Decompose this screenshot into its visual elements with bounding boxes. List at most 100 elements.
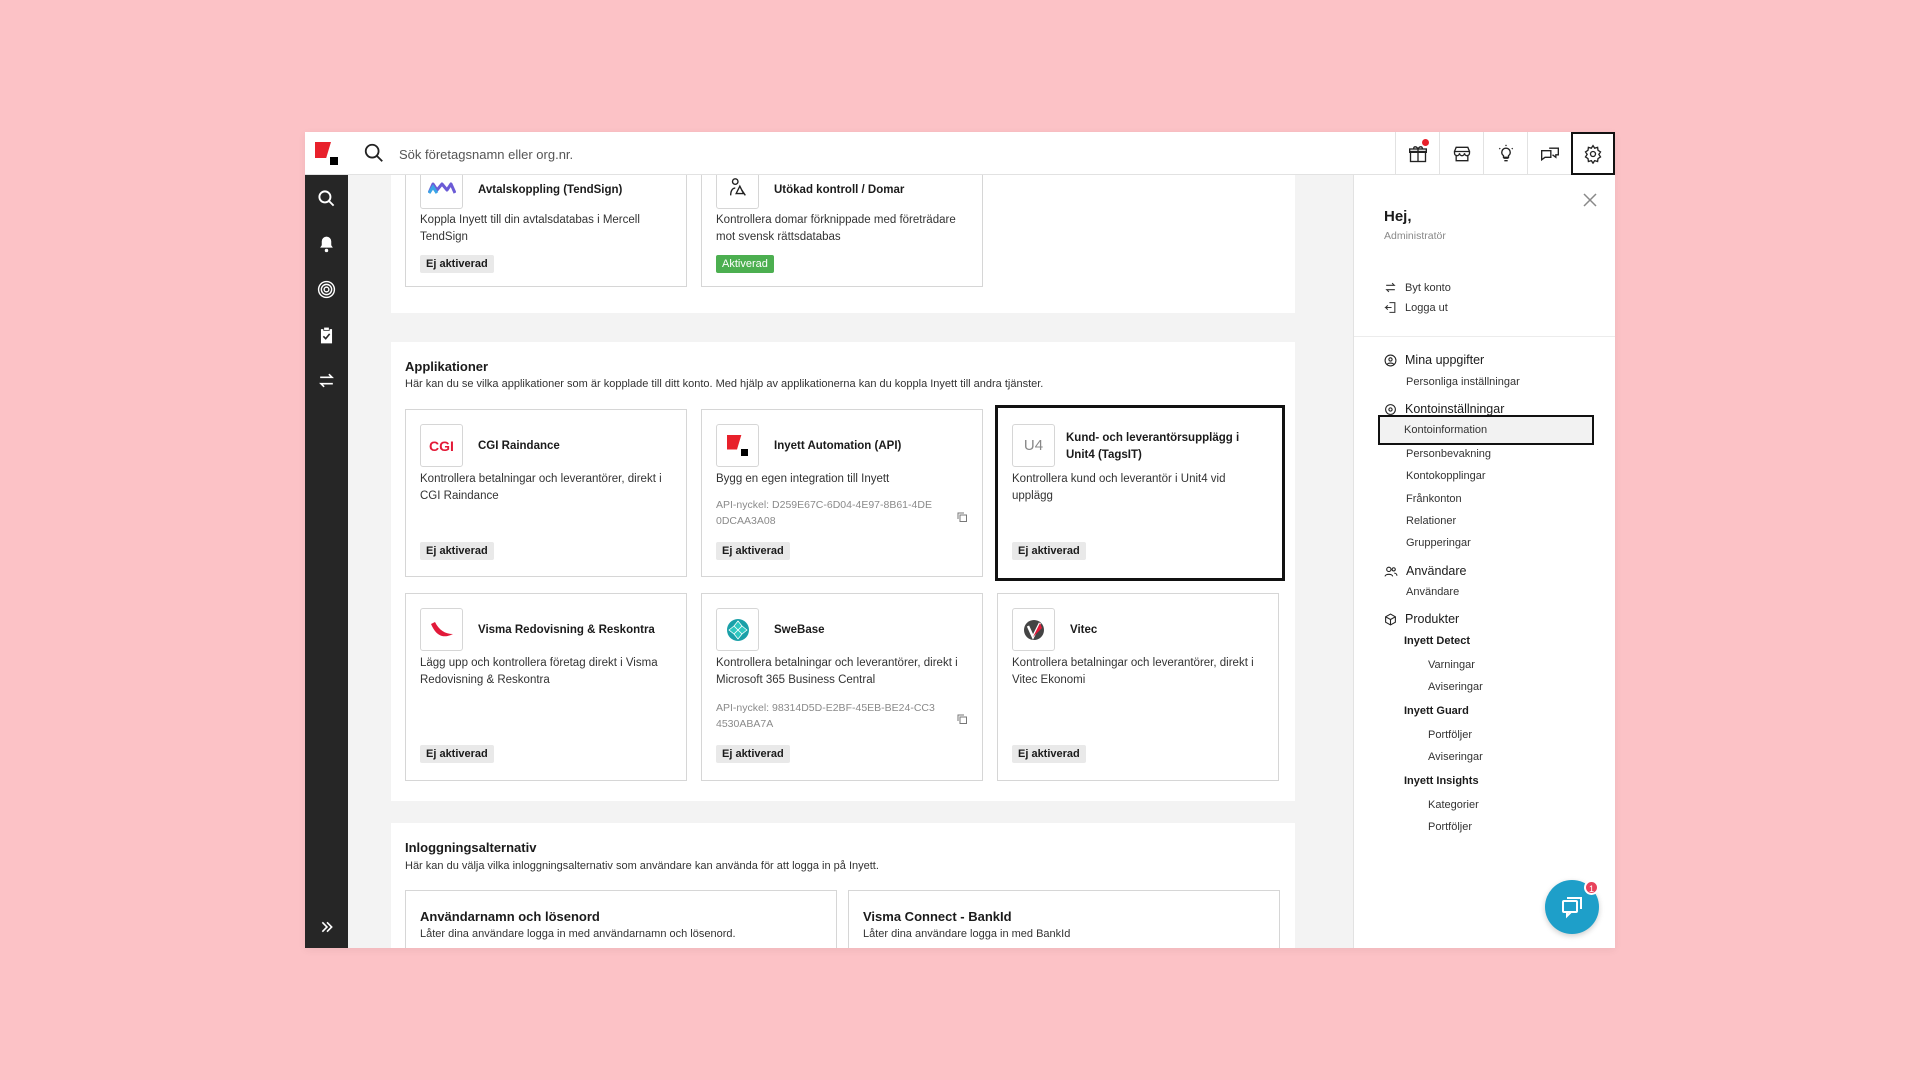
applications-section: Applikationer Här kan du se vilka applik…	[391, 342, 1295, 801]
inyett-logo[interactable]	[315, 142, 339, 166]
box-icon	[1385, 612, 1396, 626]
visma-logo	[420, 608, 463, 651]
group-products[interactable]: Produkter	[1384, 612, 1459, 626]
integration-card-domar[interactable]: Utökad kontroll / Domar Kontrollera doma…	[701, 175, 983, 287]
scales-icon	[716, 175, 759, 209]
menu-item-portfolios[interactable]: Portföljer	[1428, 729, 1472, 741]
app-card-vitec[interactable]: Vitec Kontrollera betalningar och levera…	[997, 593, 1279, 781]
status-badge: Ej aktiverad	[420, 255, 494, 273]
status-badge: Ej aktiverad	[420, 542, 494, 560]
status-badge: Ej aktiverad	[716, 745, 790, 763]
swap-arrows-icon[interactable]	[315, 369, 338, 392]
logout-icon	[1384, 302, 1396, 313]
integration-card-tendsign[interactable]: Avtalskoppling (TendSign) Koppla Inyett …	[405, 175, 687, 287]
app-card-visma[interactable]: Visma Redovisning & Reskontra Lägg upp o…	[405, 593, 687, 781]
lightbulb-icon[interactable]	[1483, 132, 1527, 175]
login-option-password[interactable]: Användarnamn och lösenord Låter dina anv…	[405, 890, 837, 948]
search-icon[interactable]	[315, 187, 338, 210]
store-icon[interactable]	[1439, 132, 1483, 175]
section-description: Här kan du se vilka applikationer som är…	[405, 378, 1044, 390]
fingerprint-icon[interactable]	[315, 278, 338, 301]
card-description: Kontrollera betalningar och leverantörer…	[716, 657, 958, 686]
menu-item-excluded-accounts[interactable]: Frånkonton	[1406, 493, 1462, 505]
inyett-logo	[716, 424, 759, 467]
menu-item-notifications[interactable]: Aviseringar	[1428, 681, 1483, 693]
status-badge: Ej aktiverad	[420, 745, 494, 763]
product-inyett-guard[interactable]: Inyett Guard	[1404, 705, 1469, 717]
card-description: Kontrollera kund och leverantör i Unit4 …	[1012, 473, 1226, 502]
card-description: Kontrollera betalningar och leverantörer…	[420, 473, 662, 502]
settings-panel: Hej, Administratör Byt konto Logga ut Mi…	[1353, 175, 1615, 948]
app-window: Avtalskoppling (TendSign) Koppla Inyett …	[305, 132, 1615, 948]
copy-icon[interactable]	[956, 510, 968, 522]
status-badge: Ej aktiverad	[1012, 542, 1086, 560]
copy-icon[interactable]	[956, 712, 968, 724]
group-users[interactable]: Användare	[1384, 564, 1466, 578]
login-options-section: Inloggningsalternativ Här kan du välja v…	[391, 823, 1295, 948]
login-option-description: Låter dina användare logga in med använd…	[420, 928, 736, 940]
bell-icon[interactable]	[315, 233, 338, 256]
status-badge: Aktiverad	[716, 255, 774, 273]
unit4-logo: U4	[1012, 424, 1055, 467]
vitec-logo	[1012, 608, 1055, 651]
section-title: Applikationer	[405, 359, 489, 374]
card-title: Visma Redovisning & Reskontra	[478, 624, 655, 636]
app-card-cgi[interactable]: CGI CGI Raindance Kontrollera betalninga…	[405, 409, 687, 577]
menu-item-warnings[interactable]: Varningar	[1428, 659, 1475, 671]
card-title: Avtalskoppling (TendSign)	[478, 184, 623, 196]
status-badge: Ej aktiverad	[1012, 745, 1086, 763]
clipboard-check-icon[interactable]	[315, 324, 338, 347]
cgi-logo: CGI	[420, 424, 463, 467]
integrations-section: Avtalskoppling (TendSign) Koppla Inyett …	[391, 175, 1295, 313]
card-title: CGI Raindance	[478, 440, 560, 452]
card-description: Kontrollera betalningar och leverantörer…	[1012, 657, 1254, 686]
chat-count-badge: 1	[1584, 880, 1599, 895]
card-description: Koppla Inyett till din avtalsdatabas i M…	[420, 214, 640, 243]
card-description: Bygg en egen integration till Inyett	[716, 473, 890, 485]
app-card-swebase[interactable]: SweBase Kontrollera betalningar och leve…	[701, 593, 983, 781]
group-account-settings[interactable]: Kontoinställningar	[1384, 402, 1504, 416]
product-inyett-detect[interactable]: Inyett Detect	[1404, 635, 1470, 647]
card-title: Vitec	[1070, 624, 1098, 636]
menu-item-personal-settings[interactable]: Personliga inställningar	[1406, 376, 1520, 388]
menu-item-account-connections[interactable]: Kontokopplingar	[1406, 470, 1486, 482]
menu-item-relations[interactable]: Relationer	[1406, 515, 1456, 527]
login-option-title: Användarnamn och lösenord	[420, 909, 600, 924]
search-icon[interactable]	[363, 142, 387, 166]
menu-item-notifications[interactable]: Aviseringar	[1428, 751, 1483, 763]
menu-item-person-monitoring[interactable]: Personbevakning	[1406, 448, 1491, 460]
login-option-description: Låter dina användare logga in med BankId	[863, 928, 1071, 940]
menu-item-categories[interactable]: Kategorier	[1428, 799, 1479, 811]
switch-account-label: Byt konto	[1405, 281, 1451, 294]
menu-item-groupings[interactable]: Grupperingar	[1406, 537, 1471, 549]
user-circle-icon	[1384, 354, 1397, 366]
chat-bubbles-icon[interactable]	[1527, 132, 1571, 175]
gear-icon[interactable]	[1571, 132, 1615, 175]
group-my-tasks[interactable]: Mina uppgifter	[1384, 353, 1484, 367]
users-icon	[1384, 566, 1398, 577]
chat-button[interactable]: 1	[1545, 880, 1599, 934]
api-key: API-nyckel: D259E67C-6D04-4E97-8B61-4DE0…	[716, 499, 932, 527]
app-card-unit4[interactable]: U4 Kund- och leverantörsupplägg i Unit4 …	[995, 405, 1285, 581]
section-description: Här kan du välja vilka inloggningsaltern…	[405, 860, 879, 872]
main-content: Avtalskoppling (TendSign) Koppla Inyett …	[348, 175, 1353, 948]
menu-item-portfolios[interactable]: Portföljer	[1428, 821, 1472, 833]
chat-icon	[1562, 897, 1582, 919]
card-title: Inyett Automation (API)	[774, 440, 902, 452]
login-option-bankid[interactable]: Visma Connect - BankId Låter dina använd…	[848, 890, 1280, 948]
api-key: API-nyckel: 98314D5D-E2BF-45EB-BE24-CC34…	[716, 702, 935, 730]
card-description: Lägg upp och kontrollera företag direkt …	[420, 657, 658, 686]
switch-account-link[interactable]: Byt konto	[1384, 281, 1451, 294]
swebase-logo	[716, 608, 759, 651]
product-inyett-insights[interactable]: Inyett Insights	[1404, 775, 1479, 787]
logout-link[interactable]: Logga ut	[1384, 301, 1448, 314]
swap-arrows-icon	[1385, 282, 1396, 293]
gift-icon[interactable]	[1395, 132, 1439, 175]
card-description: Kontrollera domar förknippade med företr…	[716, 214, 956, 243]
menu-item-account-info[interactable]: Kontoinformation	[1378, 415, 1594, 445]
search-input[interactable]	[399, 142, 999, 166]
menu-item-users[interactable]: Användare	[1406, 586, 1459, 598]
double-chevron-right-icon[interactable]	[315, 915, 338, 938]
close-icon[interactable]	[1583, 193, 1597, 207]
app-card-inyett-api[interactable]: Inyett Automation (API) Bygg en egen int…	[701, 409, 983, 577]
